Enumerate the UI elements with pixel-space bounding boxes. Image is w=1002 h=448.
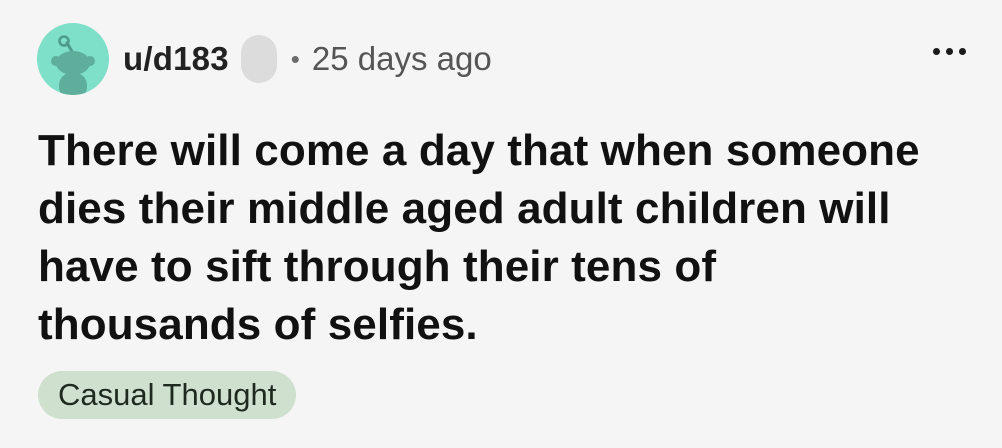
- more-options-button[interactable]: [933, 48, 966, 55]
- dot-icon: [946, 48, 953, 55]
- meta-separator: •: [290, 43, 300, 74]
- post-card: u/d183 • 25 days ago There will come a d…: [0, 0, 1002, 448]
- snoo-avatar-icon: [51, 35, 95, 95]
- post-header: u/d183 • 25 days ago: [37, 22, 492, 96]
- post-title[interactable]: There will come a day that when someone …: [38, 122, 938, 354]
- dot-icon: [933, 48, 940, 55]
- post-timestamp: 25 days ago: [311, 40, 492, 77]
- dot-icon: [959, 48, 966, 55]
- post-flair-badge[interactable]: Casual Thought: [38, 371, 297, 419]
- author-username[interactable]: u/d183: [123, 40, 229, 78]
- user-flair-placeholder: [240, 35, 277, 83]
- user-avatar[interactable]: [37, 23, 109, 95]
